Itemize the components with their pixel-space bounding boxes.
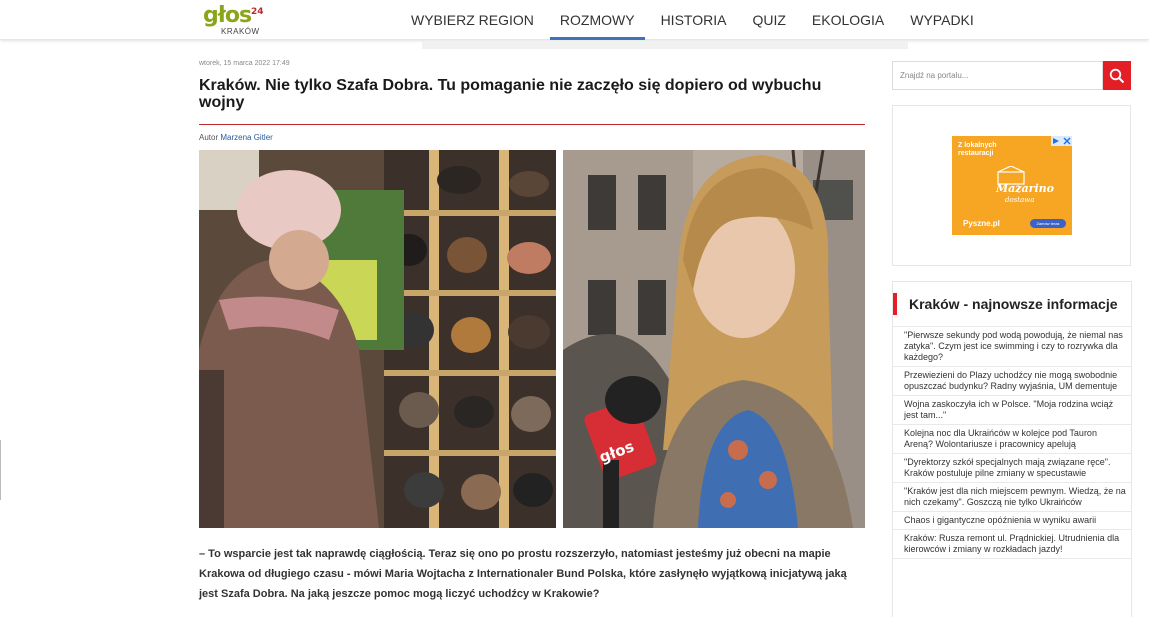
search-input[interactable]: Znajdź na portalu... <box>892 61 1103 90</box>
ad-info-icon[interactable] <box>1052 137 1060 145</box>
ad-banner[interactable]: Z lokalnych restauracji Mazarino dostawa… <box>952 136 1072 235</box>
news-list: "Pierwsze sekundy pod wodą powodują, że … <box>893 326 1131 559</box>
nav-item-historia[interactable]: HISTORIA <box>648 0 740 40</box>
main-nav: WYBIERZ REGION ROZMOWY HISTORIA QUIZ EKO… <box>398 0 987 40</box>
nav-item-ekologia[interactable]: EKOLOGIA <box>799 0 897 40</box>
news-item[interactable]: "Pierwsze sekundy pod wodą powodują, że … <box>893 326 1131 367</box>
ad-order-button[interactable]: Zamów teraz <box>1030 219 1066 228</box>
logo-brand: głos <box>203 3 252 28</box>
search-icon <box>1109 68 1125 83</box>
ad-pyszne-logo: Pyszne.pl <box>963 219 1000 228</box>
news-heading: Kraków - najnowsze informacje <box>909 296 1118 312</box>
site-logo[interactable]: głos 24 KRAKÓW <box>203 5 265 37</box>
article-title: Kraków. Nie tylko Szafa Dobra. Tu pomaga… <box>199 77 822 111</box>
article-photo-shoe-shelves[interactable] <box>199 150 556 528</box>
ad-top-text: Z lokalnych restauracji <box>958 142 997 157</box>
news-item[interactable]: "Dyrektorzy szkół specjalnych mają związ… <box>893 454 1131 483</box>
photo-shoe-shelves-illustration <box>199 150 556 528</box>
logo-sup: 24 <box>251 7 264 17</box>
nav-item-wybierz-region[interactable]: WYBIERZ REGION <box>398 0 547 40</box>
photo-interview-illustration: głos <box>563 150 865 528</box>
nav-item-quiz[interactable]: QUIZ <box>739 0 798 40</box>
ad-brand: Mazarino <box>996 182 1054 195</box>
article-photo-interview[interactable]: głos <box>563 150 865 528</box>
article-lead: – To wsparcie jest tak naprawdę ciągłośc… <box>199 548 847 600</box>
author-link[interactable]: Marzena Gitler <box>220 133 272 142</box>
news-item[interactable]: Kolejna noc dla Ukraińców w kolejce pod … <box>893 425 1131 454</box>
news-item[interactable]: "Kraków jest dla nich miejscem pewnym. W… <box>893 483 1131 512</box>
news-heading-accent <box>893 293 897 315</box>
author-prefix: Autor <box>199 133 219 142</box>
site-header: głos 24 KRAKÓW WYBIERZ REGION ROZMOWY HI… <box>0 0 1149 40</box>
ad-controls[interactable] <box>1051 136 1072 146</box>
news-item[interactable]: Kraków: Rusza remont ul. Prądnickiej. Ut… <box>893 530 1131 559</box>
nav-item-rozmowy[interactable]: ROZMOWY <box>547 0 648 40</box>
ad-tagline: dostawa <box>1005 196 1035 204</box>
search-button[interactable] <box>1103 61 1131 90</box>
article-author: Autor Marzena Gitler <box>199 133 273 142</box>
ad-close-icon[interactable] <box>1063 137 1071 145</box>
title-divider <box>199 124 865 125</box>
article-date: wtorek, 15 marca 2022 17:49 <box>199 60 290 67</box>
nav-item-wypadki[interactable]: WYPADKI <box>897 0 987 40</box>
nav-submenu-strip <box>422 41 908 49</box>
news-item[interactable]: Chaos i gigantyczne opóźnienia w wyniku … <box>893 512 1131 530</box>
news-item[interactable]: Przewiezieni do Plazy uchodźcy nie mogą … <box>893 367 1131 396</box>
page-edge-scroll-mark <box>0 440 1 500</box>
logo-city: KRAKÓW <box>221 27 260 36</box>
news-item[interactable]: Wojna zaskoczyła ich w Polsce. "Moja rod… <box>893 396 1131 425</box>
